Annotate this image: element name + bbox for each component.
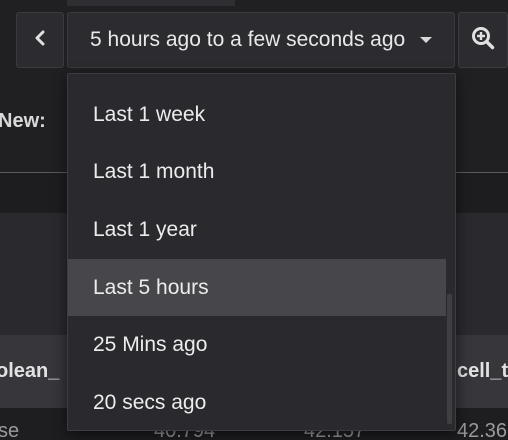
dropdown-item-25-mins-ago[interactable]: 25 Mins ago [68, 316, 446, 374]
dropdown-item-last-1-month[interactable]: Last 1 month [68, 144, 446, 202]
tooltip-edge [67, 0, 235, 6]
zoom-in-icon [471, 26, 495, 55]
dropdown-item-20-secs-ago[interactable]: 20 secs ago [68, 374, 446, 430]
table-cell: 42.36 [457, 420, 508, 440]
table-cell: se [0, 420, 20, 440]
time-range-screen: New: olean_ cell_t se 40.794 42.157 42.3… [0, 0, 508, 440]
dropdown-scrollbar[interactable] [447, 294, 452, 424]
dropdown-list: Last 1 week Last 1 month Last 1 year Las… [68, 86, 446, 430]
time-range-dropdown: Last 1 week Last 1 month Last 1 year Las… [67, 73, 456, 431]
dropdown-item-last-1-year[interactable]: Last 1 year [68, 201, 446, 259]
time-range-label: 5 hours ago to a few seconds ago [90, 28, 406, 51]
table-column-header: olean_ [0, 360, 60, 382]
new-label: New: [0, 110, 46, 132]
chevron-left-icon [33, 30, 47, 51]
previous-range-button[interactable] [16, 12, 64, 68]
time-range-picker[interactable]: 5 hours ago to a few seconds ago [67, 12, 455, 68]
table-column-header: cell_t [457, 360, 508, 382]
caret-down-icon [420, 37, 432, 43]
zoom-in-button[interactable] [458, 12, 508, 68]
dropdown-item-last-1-week[interactable]: Last 1 week [68, 86, 446, 144]
dropdown-item-last-5-hours[interactable]: Last 5 hours [68, 258, 446, 317]
